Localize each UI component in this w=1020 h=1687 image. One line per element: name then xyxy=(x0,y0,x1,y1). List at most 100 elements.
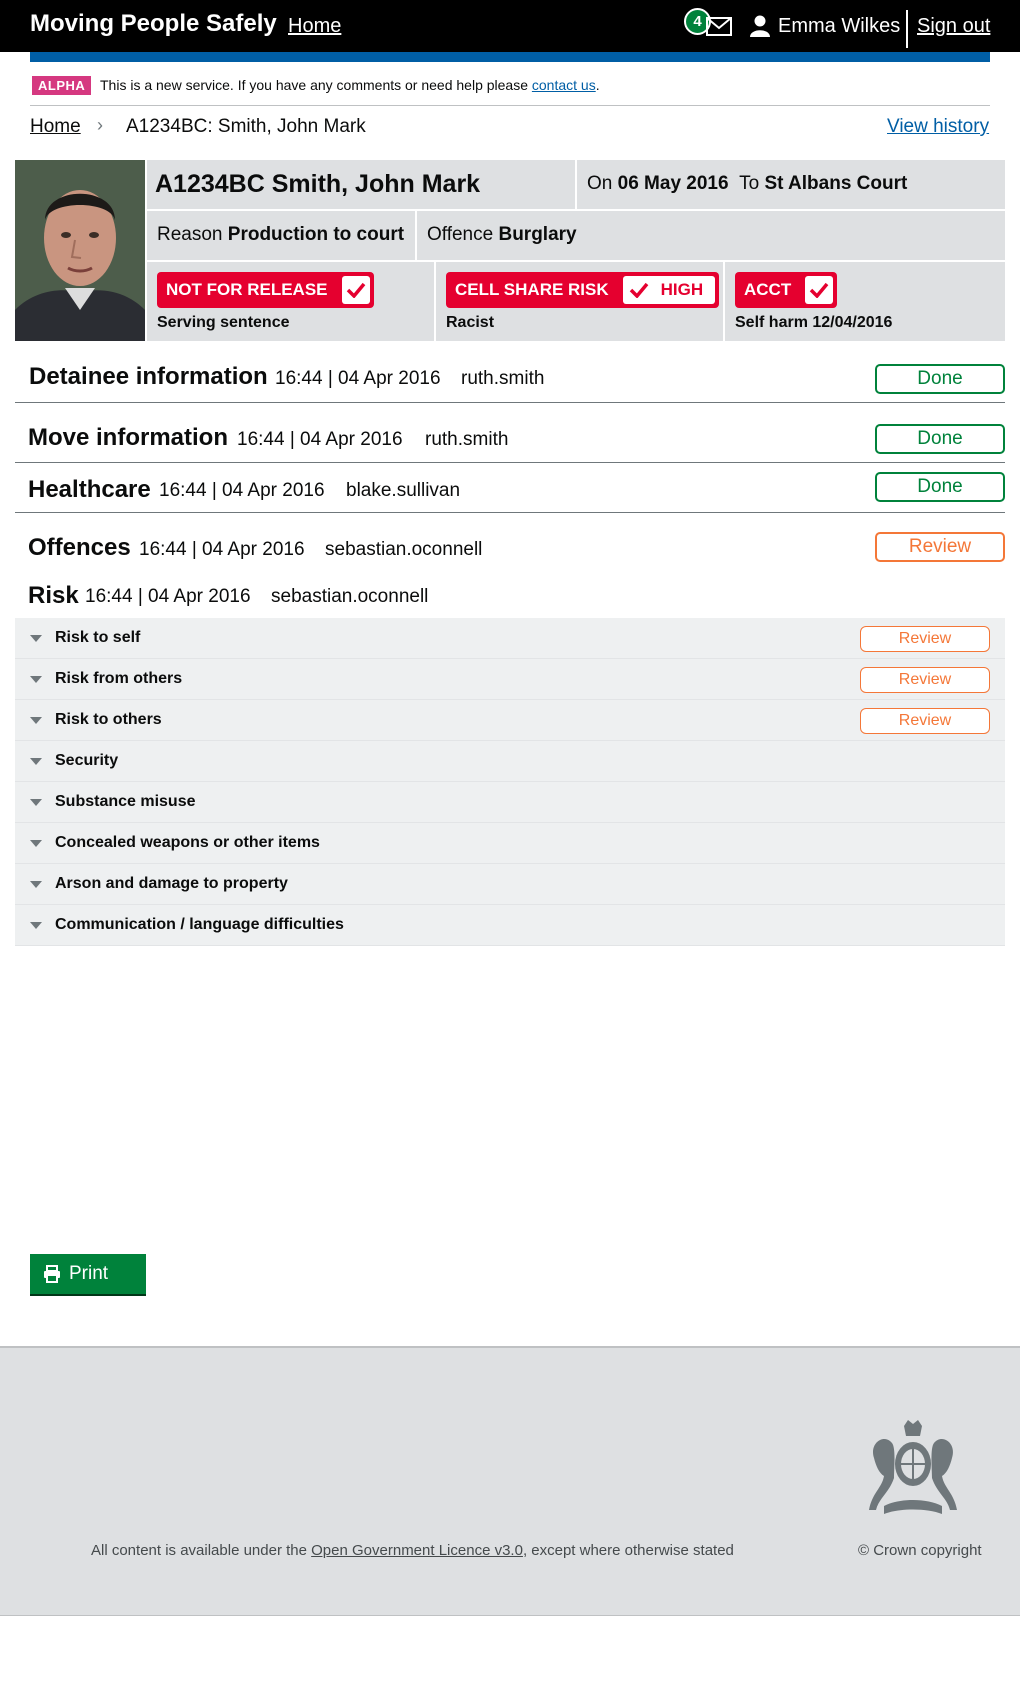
section-title[interactable]: Risk xyxy=(28,582,79,610)
global-header: Moving People Safely Home 4 Emma Wilkes … xyxy=(0,0,1020,52)
destination-label: To xyxy=(739,173,760,194)
risk-item-label[interactable]: Communication / language difficulties xyxy=(55,916,344,934)
risk-item-label[interactable]: Arson and damage to property xyxy=(55,875,288,893)
risk-item-concealed-weapons[interactable]: Concealed weapons or other items xyxy=(15,823,1005,864)
alert-label: NOT FOR RELEASE xyxy=(166,280,328,299)
move-date-label: On xyxy=(587,173,613,194)
risk-item-label[interactable]: Security xyxy=(55,752,118,770)
section-user: blake.sullivan xyxy=(346,480,461,501)
breadcrumb-home-link[interactable]: Home xyxy=(30,116,81,138)
move-date: On 06 May 2016 To St Albans Court xyxy=(587,173,907,195)
detainee-name: A1234BC Smith, John Mark xyxy=(155,170,481,198)
reason: Reason Production to court xyxy=(157,224,404,246)
risk-level-value: HIGH xyxy=(660,280,704,299)
risk-level: HIGH xyxy=(622,276,716,304)
cell-share-risk-badge: CELL SHARE RISK HIGH xyxy=(446,272,720,308)
envelope-icon[interactable] xyxy=(706,15,732,37)
not-for-release-badge: NOT FOR RELEASE xyxy=(157,272,374,308)
header-blue-bar xyxy=(30,52,990,62)
section-offences: Offences 16:44 | 04 Apr 2016 sebastian.o… xyxy=(15,513,1005,568)
alert-label: CELL SHARE RISK xyxy=(455,280,609,299)
reason-cell: Reason Production to court xyxy=(147,211,415,260)
section-user: ruth.smith xyxy=(425,429,509,450)
risk-item-label[interactable]: Substance misuse xyxy=(55,793,196,811)
section-timestamp: 16:44 | 04 Apr 2016 xyxy=(159,480,325,501)
risk-item-risk-to-self[interactable]: Risk to self Review xyxy=(15,618,1005,659)
risk-item-label[interactable]: Risk to others xyxy=(55,711,162,729)
print-label[interactable]: Print xyxy=(69,1263,108,1285)
risk-list: Risk to self Review Risk from others Rev… xyxy=(15,618,1005,946)
risk-item-risk-to-others[interactable]: Risk to others Review xyxy=(15,700,1005,741)
sign-out-link[interactable]: Sign out xyxy=(917,15,990,38)
expand-triangle-icon[interactable] xyxy=(30,676,42,683)
breadcrumb-chevron-icon: › xyxy=(97,115,103,135)
crown-copyright-link[interactable]: © Crown copyright xyxy=(858,1542,982,1559)
user-icon xyxy=(750,15,770,37)
phase-banner: ALPHA This is a new service. If you have… xyxy=(30,74,990,106)
breadcrumb-current: A1234BC: Smith, John Mark xyxy=(126,116,366,137)
user-name: Emma Wilkes xyxy=(778,15,901,37)
expand-triangle-icon[interactable] xyxy=(30,717,42,724)
alert-acct: ACCT Self harm 12/04/2016 xyxy=(725,262,1005,341)
offence: Offence Burglary xyxy=(427,224,577,246)
expand-triangle-icon[interactable] xyxy=(30,799,42,806)
risk-item-security[interactable]: Security xyxy=(15,741,1005,782)
alert-detail: Racist xyxy=(446,314,495,331)
service-name[interactable]: Moving People Safely xyxy=(30,10,277,38)
expand-triangle-icon[interactable] xyxy=(30,758,42,765)
review-button[interactable]: Review xyxy=(860,667,990,693)
checkmark-icon xyxy=(805,276,834,304)
header-home-link[interactable]: Home xyxy=(288,15,341,38)
footer: All content is available under the Open … xyxy=(0,1346,1020,1616)
review-button[interactable]: Review xyxy=(860,626,990,652)
section-title[interactable]: Detainee information xyxy=(29,363,268,391)
alert-label: ACCT xyxy=(744,280,792,299)
move-date-value: 06 May 2016 xyxy=(617,173,729,194)
print-button[interactable]: Print xyxy=(30,1254,146,1294)
reason-value: Production to court xyxy=(227,224,405,245)
risk-item-label[interactable]: Concealed weapons or other items xyxy=(55,834,320,852)
expand-triangle-icon[interactable] xyxy=(30,881,42,888)
section-user: sebastian.oconnell xyxy=(325,539,483,560)
risk-item-arson[interactable]: Arson and damage to property xyxy=(15,864,1005,905)
phase-banner-suffix: . xyxy=(595,77,600,93)
risk-item-label[interactable]: Risk from others xyxy=(55,670,182,688)
status-done-button[interactable]: Done xyxy=(875,472,1005,502)
status-done-button[interactable]: Done xyxy=(875,364,1005,394)
view-history-link[interactable]: View history xyxy=(887,116,989,138)
status-review-button[interactable]: Review xyxy=(875,532,1005,562)
expand-triangle-icon[interactable] xyxy=(30,840,42,847)
section-title[interactable]: Move information xyxy=(28,424,228,452)
status-done-button[interactable]: Done xyxy=(875,424,1005,454)
section-detainee-information: Detainee information 16:44 | 04 Apr 2016… xyxy=(15,343,1005,403)
checkmark-icon xyxy=(341,276,370,304)
section-title[interactable]: Offences xyxy=(28,534,131,562)
licence-suffix: , except where otherwise stated xyxy=(522,1542,734,1559)
risk-item-substance-misuse[interactable]: Substance misuse xyxy=(15,782,1005,823)
expand-triangle-icon[interactable] xyxy=(30,635,42,642)
expand-triangle-icon[interactable] xyxy=(30,922,42,929)
reason-label: Reason xyxy=(157,224,223,245)
risk-item-communication[interactable]: Communication / language difficulties xyxy=(15,905,1005,946)
section-timestamp: 16:44 | 04 Apr 2016 xyxy=(85,586,251,607)
acct-badge: ACCT xyxy=(735,272,838,308)
alert-detail: Serving sentence xyxy=(157,314,290,331)
section-user: sebastian.oconnell xyxy=(271,586,429,607)
risk-item-label[interactable]: Risk to self xyxy=(55,629,140,647)
phase-banner-message: This is a new service. If you have any c… xyxy=(100,77,532,93)
detainee-name-cell: A1234BC Smith, John Mark xyxy=(147,160,575,209)
phase-banner-text: This is a new service. If you have any c… xyxy=(100,77,600,93)
section-timestamp: 16:44 | 04 Apr 2016 xyxy=(275,368,441,389)
contact-us-link[interactable]: contact us xyxy=(532,77,596,93)
licence-text: All content is available under the Open … xyxy=(91,1542,734,1559)
open-government-licence-link[interactable]: Open Government Licence v3.0 xyxy=(311,1542,523,1559)
header-divider xyxy=(906,10,908,48)
section-risk: Risk 16:44 | 04 Apr 2016 sebastian.oconn… xyxy=(15,568,1005,618)
review-button[interactable]: Review xyxy=(860,708,990,734)
alert-detail: Self harm 12/04/2016 xyxy=(735,314,893,331)
section-timestamp: 16:44 | 04 Apr 2016 xyxy=(139,539,305,560)
risk-item-risk-from-others[interactable]: Risk from others Review xyxy=(15,659,1005,700)
licence-prefix: All content is available under the xyxy=(91,1542,312,1559)
checkmark-icon xyxy=(629,282,649,298)
section-title[interactable]: Healthcare xyxy=(28,476,151,504)
